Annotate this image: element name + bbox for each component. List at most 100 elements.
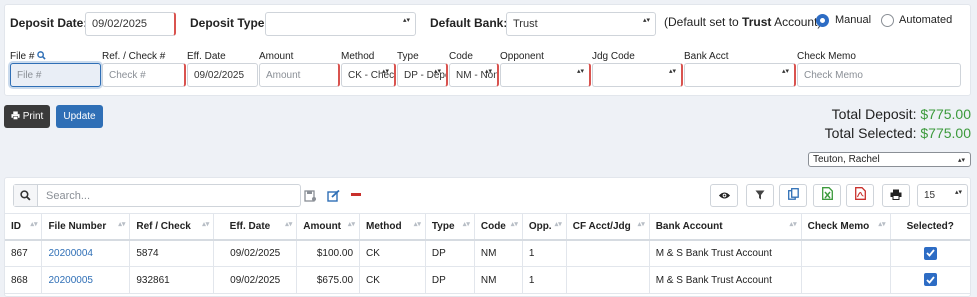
table-row[interactable]: 867 20200004 5874 09/02/2025 $100.00 CK … — [5, 239, 970, 267]
cell-date: 09/02/2025 — [213, 266, 298, 294]
cell-file[interactable]: 20200004 — [41, 239, 131, 267]
column-header[interactable]: Eff. Date ▴▾ — [213, 213, 298, 241]
cell-code: NM — [474, 239, 523, 267]
total-deposit: Total Deposit: $775.00 — [831, 106, 971, 122]
copy-button[interactable] — [779, 184, 807, 207]
file-link[interactable]: 20200005 — [48, 275, 93, 286]
table-header-row: ID ▴▾ File Number ▴▾ Ref / Check ▴▾ Eff. Da… — [5, 213, 970, 241]
cell-code: NM — [474, 266, 523, 294]
table-row[interactable]: 868 20200005 932861 09/02/2025 $675.00 C… — [5, 266, 970, 294]
column-header[interactable]: File Number ▴▾ — [41, 213, 131, 241]
deposit-type-label: Deposit Type: — [190, 16, 269, 30]
automated-radio-label: Automated — [899, 14, 953, 26]
cell-ref: 5874 — [129, 239, 215, 267]
column-header[interactable]: Amount ▴▾ — [296, 213, 361, 241]
column-header[interactable]: Ref / Check ▴▾ — [129, 213, 215, 241]
column-header[interactable]: Type ▴▾ — [425, 213, 475, 241]
pdf-export-button[interactable] — [846, 184, 874, 207]
jdg-code-select[interactable] — [592, 63, 683, 87]
cell-bank: M & S Bank Trust Account — [649, 266, 802, 294]
opponent-select[interactable] — [500, 63, 591, 87]
column-header[interactable]: Code ▴▾ — [474, 213, 523, 241]
cell-date: 09/02/2025 — [213, 239, 298, 267]
eff-date-input[interactable]: 09/02/2025 — [187, 63, 258, 87]
copy-icon — [787, 187, 799, 205]
deposits-table: ID ▴▾ File Number ▴▾ Ref / Check ▴▾ Eff. Da… — [5, 213, 970, 294]
deposit-type-select[interactable] — [265, 12, 416, 36]
cell-amount: $675.00 — [296, 266, 361, 294]
column-visibility-button[interactable] — [710, 184, 738, 207]
cell-method: CK — [359, 239, 426, 267]
selected-checkbox[interactable] — [923, 246, 937, 260]
cell-opp: 1 — [522, 266, 567, 294]
jdg-code-label: Jdg Code — [592, 51, 635, 62]
cell-id: 867 — [5, 239, 43, 267]
method-select[interactable]: CK - Check — [341, 63, 396, 87]
cell-bank: M & S Bank Trust Account — [649, 239, 802, 267]
print-table-button[interactable] — [882, 184, 910, 207]
column-header[interactable]: Opp. ▴▾ — [522, 213, 567, 241]
cell-amount: $100.00 — [296, 239, 361, 267]
filter-button[interactable] — [746, 184, 774, 207]
printer-icon — [11, 110, 20, 123]
automated-radio[interactable] — [881, 14, 894, 27]
edit-icon[interactable] — [327, 189, 340, 207]
table-search[interactable]: Search... — [13, 184, 301, 207]
column-header[interactable]: ID ▴▾ — [5, 213, 43, 241]
save-icon[interactable] — [304, 189, 316, 207]
check-memo-label: Check Memo — [797, 51, 856, 62]
cell-method: CK — [359, 266, 426, 294]
printer-icon — [890, 187, 902, 205]
cell-selected — [890, 266, 970, 294]
manual-radio[interactable] — [816, 14, 829, 27]
code-select[interactable]: NM - None — [449, 63, 499, 87]
check-memo-input[interactable]: Check Memo — [797, 63, 961, 87]
cell-ref: 932861 — [129, 266, 215, 294]
default-bank-note: (Default set to Trust Account) — [664, 15, 822, 29]
column-header[interactable]: Check Memo ▴▾ — [801, 213, 891, 241]
search-input[interactable]: Search... — [38, 190, 90, 202]
deposits-table-panel: Search... 15 ID▴▾ File Number▴▾ Ref / Ch… — [4, 177, 971, 297]
search-icon — [14, 185, 38, 206]
bank-acct-select[interactable] — [684, 63, 796, 87]
type-label: Type — [397, 51, 419, 62]
default-bank-label: Default Bank: — [430, 16, 508, 30]
file-label: File # — [10, 51, 46, 63]
total-selected: Total Selected: $775.00 — [824, 125, 971, 141]
column-header[interactable]: Bank Account ▴▾ — [649, 213, 802, 241]
type-select[interactable]: DP - Deposit — [397, 63, 448, 87]
excel-export-button[interactable] — [813, 184, 841, 207]
code-label: Code — [449, 51, 473, 62]
eff-date-label: Eff. Date — [187, 51, 226, 62]
pdf-icon — [854, 186, 866, 205]
print-button-label: Print — [22, 111, 44, 122]
print-button[interactable]: Print — [4, 105, 50, 128]
update-button[interactable]: Update — [56, 105, 103, 128]
filter-icon — [755, 187, 765, 205]
cell-id: 868 — [5, 266, 43, 294]
method-label: Method — [341, 51, 375, 62]
user-select[interactable]: Teuton, Rachel — [808, 152, 971, 167]
cell-file[interactable]: 20200005 — [41, 266, 131, 294]
search-icon[interactable] — [37, 51, 46, 63]
cell-memo — [801, 266, 891, 294]
ref-label: Ref. / Check # — [102, 51, 166, 62]
amount-label: Amount — [259, 51, 294, 62]
amount-input[interactable]: Amount — [259, 63, 340, 87]
column-header[interactable]: Method ▴▾ — [359, 213, 426, 241]
file-link[interactable]: 20200004 — [48, 248, 93, 259]
cell-type: DP — [425, 266, 475, 294]
remove-icon[interactable] — [351, 193, 361, 196]
column-header[interactable]: CF Acct/Jdg ▴▾ — [566, 213, 650, 241]
ref-input[interactable]: Check # — [102, 63, 186, 87]
cell-type: DP — [425, 239, 475, 267]
column-header[interactable]: Selected? — [890, 213, 970, 241]
cell-selected — [890, 239, 970, 267]
eye-icon — [718, 187, 731, 205]
selected-checkbox[interactable] — [923, 273, 937, 287]
deposit-date-label: Deposit Date: — [10, 16, 88, 30]
default-bank-select[interactable]: Trust — [506, 12, 656, 36]
deposit-date-input[interactable]: 09/02/2025 — [85, 12, 176, 36]
page-size-select[interactable]: 15 — [917, 184, 968, 207]
file-input[interactable]: File # — [10, 63, 101, 87]
